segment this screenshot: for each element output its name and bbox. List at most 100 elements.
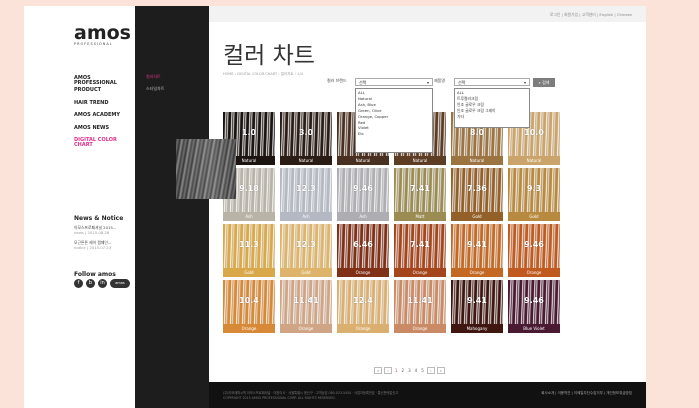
instagram-icon[interactable]: in [98, 279, 107, 288]
news-title: News & Notice [74, 215, 124, 222]
swatch-number: 7.36 [467, 184, 487, 193]
color-swatch[interactable]: 9.41 Orange [451, 224, 503, 277]
product-filter-label: 제품명 [434, 78, 446, 83]
next-page-button[interactable]: › [426, 367, 435, 374]
top-links[interactable]: 로그인 | 회원가입 | 고객센터 | English | Chinese [550, 12, 632, 18]
swatch-label: Natural [280, 156, 332, 165]
swatch-label: Ash [280, 212, 332, 221]
swatch-number: 11.41 [293, 296, 319, 305]
facebook-icon[interactable]: f [74, 279, 83, 288]
swatch-number: 7.41 [410, 240, 430, 249]
swatch-number: 12.4 [353, 296, 373, 305]
product-select[interactable]: 선택 ▾ [454, 78, 530, 86]
swatch-label: Orange [337, 268, 389, 277]
swatch-number: 9.3 [526, 184, 542, 193]
first-page-button[interactable]: « [374, 367, 382, 374]
swatch-label: Natural [508, 156, 560, 165]
swatch-number: 10.4 [239, 296, 259, 305]
page-frame: amos PROFESSIONAL AMOS PROFESSIONAL PROD… [24, 6, 646, 408]
color-swatch[interactable]: 12.3 Gold [280, 224, 332, 277]
swatch-label: Orange [337, 324, 389, 333]
swatch-label: Blue Violet [508, 324, 560, 333]
page-number[interactable]: 3 [407, 368, 412, 373]
swatch-number: 11.3 [239, 240, 259, 249]
footer-links[interactable]: 회사소개 | 이용약관 | 이메일무단수집거부 | 개인정보취급방침 [541, 391, 632, 396]
blog-icon[interactable]: b [86, 279, 95, 288]
left-sidebar: amos PROFESSIONAL AMOS PROFESSIONAL PROD… [24, 6, 135, 408]
swatch-label: Ash [337, 212, 389, 221]
search-button[interactable]: ⌕ 검색 [533, 78, 555, 87]
color-swatch[interactable]: 7.41 Matt [394, 168, 446, 221]
color-swatch[interactable]: 9.46 Orange [508, 224, 560, 277]
swatch-number: 9.41 [467, 296, 487, 305]
swatch-number: 9.46 [353, 184, 373, 193]
breadcrumb: HOME › DIGITAL COLOR CHART › 컬러차트 › 1/4 [223, 72, 303, 76]
product-dropdown: ALL 트루컬러크림 인조 글로우 크림 인조 글로우 크림 그레이 기타 [454, 88, 530, 128]
swatch-number: 12.3 [296, 240, 316, 249]
social-links: f b in amos [74, 279, 130, 288]
swatch-label: Natural [451, 156, 503, 165]
color-swatch[interactable]: 7.41 Orange [394, 224, 446, 277]
color-swatch[interactable]: 9.46 Ash [337, 168, 389, 221]
swatch-label: Gold [223, 268, 275, 277]
swatch-number: 11.41 [407, 296, 433, 305]
color-swatch[interactable]: 9.41 Mahogany [451, 280, 503, 333]
swatch-label: Orange [451, 268, 503, 277]
page-number[interactable]: 1 [394, 368, 399, 373]
color-filter-label: 컬러 브랜드 [327, 78, 347, 83]
page-number[interactable]: 2 [401, 368, 406, 373]
hair-preview-image [176, 139, 236, 199]
color-swatch[interactable]: 9.46 Blue Violet [508, 280, 560, 333]
chevron-down-icon: ▾ [426, 80, 429, 85]
top-bar: 로그인 | 회원가입 | 고객센터 | English | Chinese [209, 6, 646, 22]
last-page-button[interactable]: » [436, 367, 445, 374]
main-nav: AMOS PROFESSIONAL PRODUCT HAIR TREND AMO… [74, 75, 135, 150]
amos-social-icon[interactable]: amos [110, 279, 130, 288]
swatch-label: Gold [451, 212, 503, 221]
subnav-item-style-chart[interactable]: 스타일차트 [146, 86, 164, 92]
color-swatch[interactable]: 12.4 Orange [337, 280, 389, 333]
color-select[interactable]: 선택 ▾ [355, 78, 433, 86]
swatch-number: 12.3 [296, 184, 316, 193]
footer: (주)아모레퍼시픽 아모스프로페셔널 · 대표이사 · 서울특별시 용산구 · … [209, 382, 646, 408]
swatch-label: Orange [394, 268, 446, 277]
prev-page-button[interactable]: ‹ [384, 367, 392, 374]
color-swatch[interactable]: 12.3 Ash [280, 168, 332, 221]
swatch-label: Orange [223, 324, 275, 333]
page-number[interactable]: 5 [420, 368, 425, 373]
subnav-item-color-chart[interactable]: 컬러차트 [146, 74, 161, 80]
dropdown-option[interactable]: 기타 [457, 114, 527, 120]
swatch-number: 6.46 [353, 240, 373, 249]
color-swatch[interactable]: 10.4 Orange [223, 280, 275, 333]
nav-item-digital-color-chart[interactable]: DIGITAL COLOR CHART [74, 137, 135, 150]
swatch-label: Ash [223, 212, 275, 221]
main-content: 로그인 | 회원가입 | 고객센터 | English | Chinese 컬러… [209, 6, 646, 382]
swatch-label: Orange [508, 268, 560, 277]
swatch-number: 9.46 [524, 296, 544, 305]
sub-nav: 컬러차트 스타일차트 [135, 6, 209, 408]
nav-item-amos-academy[interactable]: AMOS ACADEMY [74, 113, 135, 125]
swatch-label: Orange [394, 324, 446, 333]
color-swatch[interactable]: 11.41 Orange [394, 280, 446, 333]
pagination: « ‹ 1 2 3 4 5 › » [374, 367, 445, 374]
color-swatch[interactable]: 7.36 Gold [451, 168, 503, 221]
page-number[interactable]: 4 [414, 368, 419, 373]
swatch-number: 3.0 [298, 128, 314, 137]
color-swatch[interactable]: 11.3 Gold [223, 224, 275, 277]
news-item[interactable]: 모근튼튼 헤어 캠페인... notice | 2015.07.23 [74, 240, 111, 250]
swatch-number: 7.41 [410, 184, 430, 193]
color-swatch[interactable]: 11.41 Orange [280, 280, 332, 333]
news-item[interactable]: 아모스프로페셔널 2015... news | 2015.08.26 [74, 225, 116, 235]
swatch-label: Matt [394, 212, 446, 221]
swatch-number: 9.46 [524, 240, 544, 249]
swatch-label: Gold [508, 212, 560, 221]
follow-title: Follow amos [74, 271, 116, 278]
color-swatch[interactable]: 9.3 Gold [508, 168, 560, 221]
color-swatch[interactable]: 3.0 Natural [280, 112, 332, 165]
swatch-number: 1.0 [241, 128, 257, 137]
amos-logo[interactable]: amos [74, 22, 131, 44]
color-swatch[interactable]: 6.46 Orange [337, 224, 389, 277]
swatch-label: Mahogany [451, 324, 503, 333]
dropdown-option[interactable]: Etc [358, 131, 430, 137]
nav-item-product[interactable]: PRODUCT [74, 88, 135, 100]
